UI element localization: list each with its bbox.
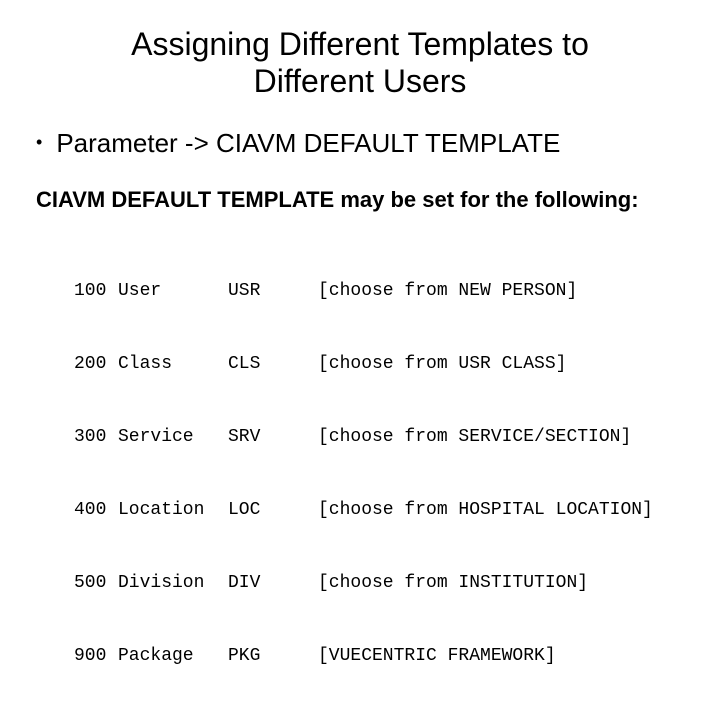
cell-num: 100 xyxy=(74,279,118,303)
table-row: 500 Division DIV [choose from INSTITUTIO… xyxy=(74,571,690,595)
title-line-1: Assigning Different Templates to xyxy=(131,26,589,62)
cell-code: LOC xyxy=(228,498,288,522)
cell-num: 200 xyxy=(74,352,118,376)
cell-desc: [choose from HOSPITAL LOCATION] xyxy=(318,498,653,522)
cell-code: USR xyxy=(228,279,288,303)
cell-name: Location xyxy=(118,498,228,522)
cell-gap xyxy=(288,279,318,303)
cell-code: CLS xyxy=(228,352,288,376)
slide: Assigning Different Templates to Differe… xyxy=(0,0,720,540)
cell-code: PKG xyxy=(228,644,288,668)
cell-desc: [choose from USR CLASS] xyxy=(318,352,566,376)
bullet-text: Parameter -> CIAVM DEFAULT TEMPLATE xyxy=(56,128,560,159)
cell-desc: [choose from SERVICE/SECTION] xyxy=(318,425,631,449)
slide-title: Assigning Different Templates to Differe… xyxy=(70,26,650,100)
table-row: 400 Location LOC [choose from HOSPITAL L… xyxy=(74,498,690,522)
cell-name: Service xyxy=(118,425,228,449)
cell-desc: [VUECENTRIC FRAMEWORK] xyxy=(318,644,556,668)
template-table: 100 User USR [choose from NEW PERSON] 20… xyxy=(74,231,690,717)
cell-num: 500 xyxy=(74,571,118,595)
table-row: 300 Service SRV [choose from SERVICE/SEC… xyxy=(74,425,690,449)
cell-code: DIV xyxy=(228,571,288,595)
cell-desc: [choose from INSTITUTION] xyxy=(318,571,588,595)
cell-gap xyxy=(288,498,318,522)
cell-gap xyxy=(288,425,318,449)
cell-name: User xyxy=(118,279,228,303)
cell-name: Division xyxy=(118,571,228,595)
cell-code: SRV xyxy=(228,425,288,449)
cell-num: 900 xyxy=(74,644,118,668)
cell-num: 400 xyxy=(74,498,118,522)
table-row: 200 Class CLS [choose from USR CLASS] xyxy=(74,352,690,376)
title-line-2: Different Users xyxy=(254,63,467,99)
cell-desc: [choose from NEW PERSON] xyxy=(318,279,577,303)
bullet-dot-icon: • xyxy=(36,128,42,156)
cell-num: 300 xyxy=(74,425,118,449)
bullet-item: • Parameter -> CIAVM DEFAULT TEMPLATE xyxy=(36,128,690,159)
cell-gap xyxy=(288,644,318,668)
cell-gap xyxy=(288,352,318,376)
table-row: 900 Package PKG [VUECENTRIC FRAMEWORK] xyxy=(74,644,690,668)
cell-name: Package xyxy=(118,644,228,668)
table-row: 100 User USR [choose from NEW PERSON] xyxy=(74,279,690,303)
subheading: CIAVM DEFAULT TEMPLATE may be set for th… xyxy=(36,187,690,213)
cell-gap xyxy=(288,571,318,595)
cell-name: Class xyxy=(118,352,228,376)
